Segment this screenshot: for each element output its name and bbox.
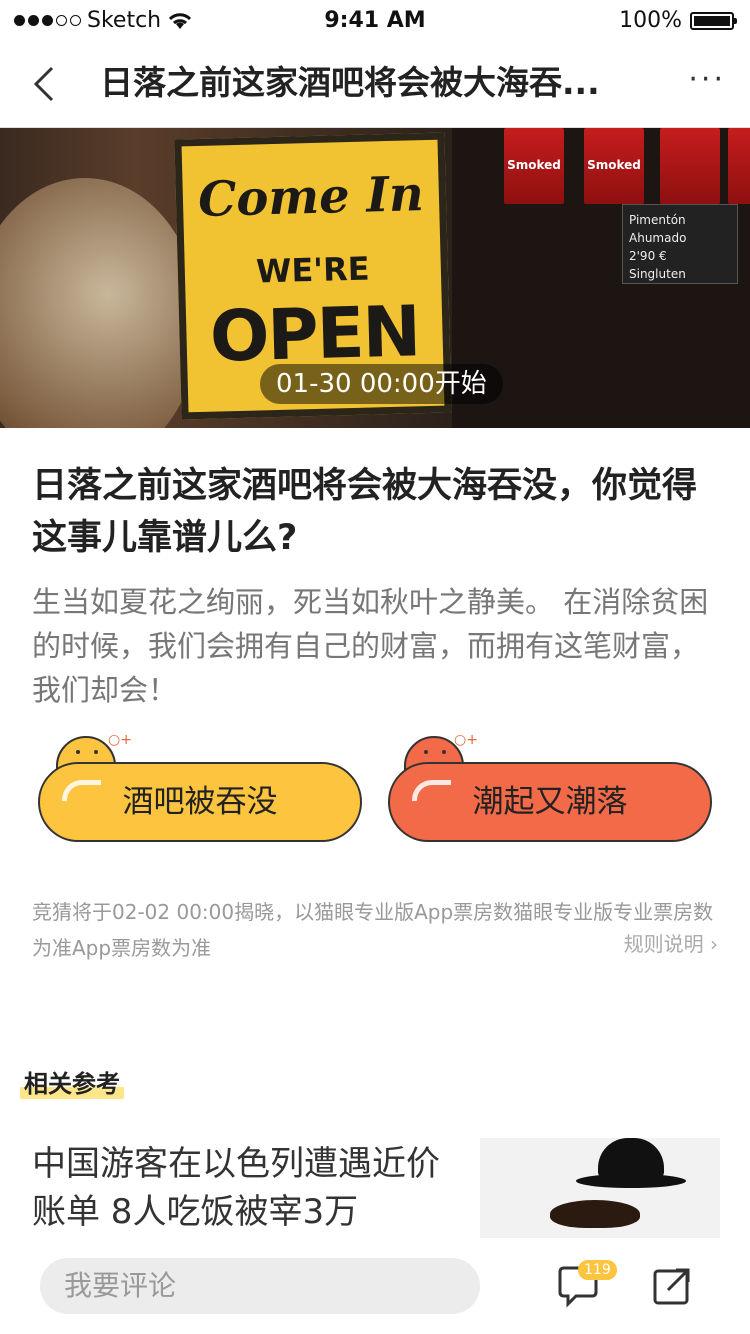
sign-text-were: WE'RE bbox=[255, 249, 371, 291]
price-chalkboard: Pimentón Ahumado 2'90 € Singluten bbox=[622, 204, 738, 284]
comment-input[interactable]: 我要评论 bbox=[40, 1258, 480, 1314]
rules-link[interactable]: 规则说明 › bbox=[624, 928, 718, 957]
bottom-bar: 我要评论 119 bbox=[0, 1238, 750, 1334]
bowler-hat-shape bbox=[598, 1138, 664, 1178]
battery-status: 100% bbox=[619, 8, 737, 33]
section-title: 相关参考 bbox=[20, 1064, 124, 1099]
basket-decoration bbox=[0, 178, 200, 428]
sparkle-icon: ○+ bbox=[108, 732, 132, 748]
status-bar: Sketch 9:41 AM 100% bbox=[0, 0, 750, 40]
more-options-icon[interactable]: ··· bbox=[688, 62, 726, 97]
vote-option-no-button[interactable]: 潮起又潮落 bbox=[388, 762, 712, 842]
rules-note: 竞猜将于02-02 00:00揭晓，以猫眼专业版App票房数猫眼专业版专业票房数… bbox=[32, 900, 714, 960]
vote-option-label: 潮起又潮落 bbox=[472, 784, 628, 820]
related-article-thumbnail[interactable] bbox=[480, 1138, 720, 1238]
post-description: 生当如夏花之绚丽，死当如秋叶之静美。 在消除贫困的时候，我们会拥有自己的财富，而… bbox=[32, 585, 709, 707]
vote-option-yes-button[interactable]: 酒吧被吞没 bbox=[38, 762, 362, 842]
share-icon[interactable] bbox=[652, 1266, 692, 1306]
related-article-title[interactable]: 中国游客在以色列遭遇近价账单 8人吃饭被宰3万 bbox=[32, 1140, 462, 1236]
battery-percent: 100% bbox=[619, 8, 682, 33]
sign-text-come-in: Come In bbox=[197, 166, 425, 228]
battery-icon bbox=[690, 11, 737, 30]
moustache-shape bbox=[550, 1200, 640, 1228]
highlight-shape bbox=[62, 780, 101, 801]
back-arrow-icon[interactable] bbox=[26, 62, 66, 106]
paprika-tin bbox=[728, 128, 750, 204]
comment-count-badge: 119 bbox=[578, 1260, 617, 1280]
nav-bar: 日落之前这家酒吧将会被大海吞... ··· bbox=[0, 40, 750, 128]
highlight-shape bbox=[412, 780, 451, 801]
bowler-hat-brim bbox=[576, 1174, 686, 1188]
vote-option-label: 酒吧被吞没 bbox=[122, 784, 278, 820]
start-time-badge: 01-30 00:00开始 bbox=[260, 364, 503, 404]
hero-image: Smoked Smoked Pimentón Ahumado 2'90 € Si… bbox=[0, 128, 750, 428]
sparkle-icon: ○+ bbox=[454, 732, 478, 748]
paprika-tin: Smoked bbox=[504, 128, 564, 204]
post-headline: 日落之前这家酒吧将会被大海吞没，你觉得这事儿靠谱儿么? bbox=[32, 466, 698, 558]
paprika-tin: Smoked bbox=[584, 128, 644, 204]
page-title: 日落之前这家酒吧将会被大海吞... bbox=[100, 63, 600, 102]
paprika-tin bbox=[660, 128, 720, 204]
